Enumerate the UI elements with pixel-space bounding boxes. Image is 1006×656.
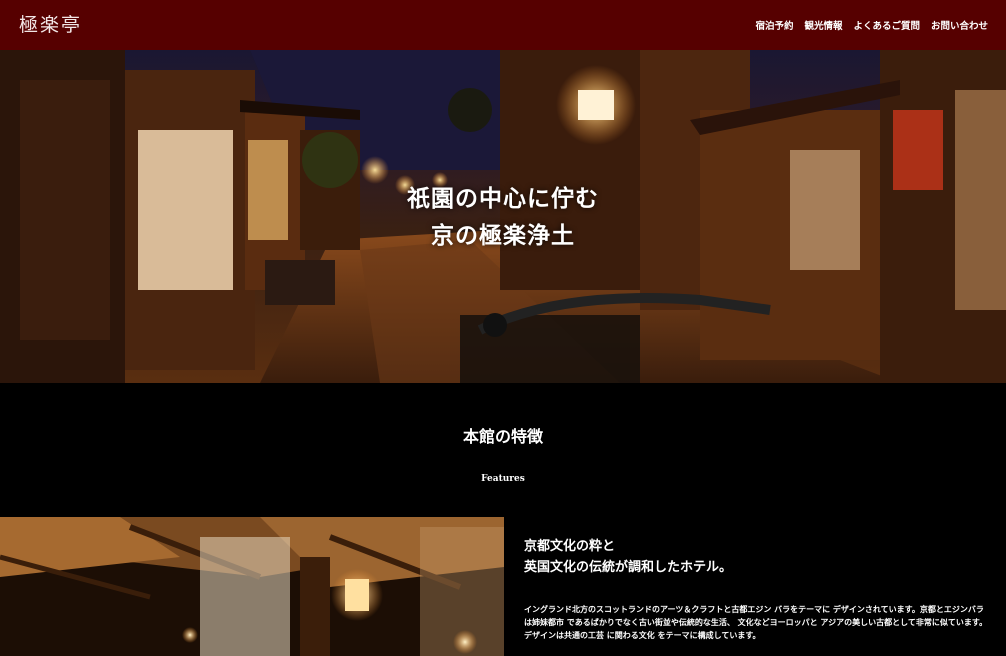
feature-heading: 京都文化の粋と 英国文化の伝統が調和したホテル。 [524, 536, 732, 578]
hero-banner: 祇園の中心に佇む 京の極楽浄土 [0, 50, 1006, 383]
nav-item-reservation[interactable]: 宿泊予約 [755, 18, 793, 32]
features-subtitle: Features [481, 474, 525, 484]
interior-image [0, 517, 504, 656]
nav-item-faq[interactable]: よくあるご質問 [853, 18, 920, 32]
site-header: 極楽亭 宿泊予約 観光情報 よくあるご質問 お問い合わせ [0, 0, 1006, 50]
features-title: 本館の特徴 [462, 427, 543, 446]
feature-description: イングランド北方のスコットランドのアーツ＆クラフトと古都エジン バラをテーマに … [524, 604, 988, 640]
feature-heading-line1: 京都文化の粋と [524, 539, 616, 554]
hero-tagline: 祇園の中心に佇む 京の極楽浄土 [0, 180, 1006, 254]
site-logo[interactable]: 極楽亭 [19, 10, 82, 37]
nav-item-contact[interactable]: お問い合わせ [931, 18, 988, 32]
feature-interior-photo [0, 517, 504, 656]
main-nav: 宿泊予約 観光情報 よくあるご質問 お問い合わせ [755, 18, 988, 32]
feature-heading-line2: 英国文化の伝統が調和したホテル。 [524, 560, 733, 575]
hero-tagline-line1: 祇園の中心に佇む [407, 185, 599, 212]
hero-tagline-line2: 京の極楽浄土 [431, 222, 575, 249]
nav-item-sightseeing[interactable]: 観光情報 [804, 18, 842, 32]
